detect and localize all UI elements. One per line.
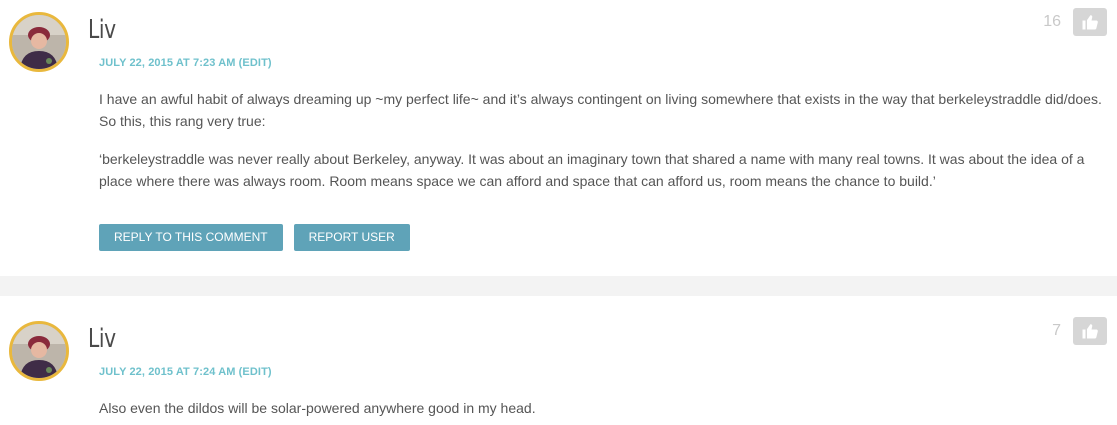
comment-date[interactable]: JULY 22, 2015 AT 7:23 AM — [99, 57, 236, 69]
avatar-image — [12, 324, 66, 378]
comment-paragraph: I have an awful habit of always dreaming… — [99, 91, 1102, 129]
avatar[interactable] — [9, 12, 69, 72]
thumbs-up-icon — [1082, 15, 1098, 30]
comment-divider — [0, 276, 1117, 296]
comment-meta: JULY 22, 2015 AT 7:24 AM (EDIT) — [99, 367, 272, 378]
comment-date[interactable]: JULY 22, 2015 AT 7:24 AM — [99, 366, 236, 378]
edit-link[interactable]: (EDIT) — [239, 57, 272, 69]
comment-meta: JULY 22, 2015 AT 7:23 AM (EDIT) — [99, 58, 272, 69]
comment-author[interactable]: Liv — [88, 326, 116, 352]
upvote-button[interactable] — [1073, 8, 1107, 36]
vote-widget: 7 — [1052, 317, 1107, 345]
comment: Liv JULY 22, 2015 AT 7:24 AM (EDIT) 7 Al… — [0, 296, 1117, 425]
vote-widget: 16 — [1043, 8, 1107, 36]
upvote-button[interactable] — [1073, 317, 1107, 345]
edit-link[interactable]: (EDIT) — [239, 366, 272, 378]
comment-actions: REPLY TO THIS COMMENT REPORT USER — [99, 224, 421, 251]
comment-paragraph: Also even the dildos will be solar-power… — [99, 400, 536, 416]
report-user-button[interactable]: REPORT USER — [293, 224, 410, 251]
comment-body: Also even the dildos will be solar-power… — [99, 397, 1107, 425]
comment-author[interactable]: Liv — [88, 17, 116, 43]
avatar-image — [12, 15, 66, 69]
avatar[interactable] — [9, 321, 69, 381]
reply-button[interactable]: REPLY TO THIS COMMENT — [99, 224, 283, 251]
vote-count: 16 — [1043, 13, 1061, 30]
vote-count: 7 — [1052, 322, 1061, 339]
comment-paragraph: ‘berkeleystraddle was never really about… — [99, 151, 1085, 189]
thumbs-up-icon — [1082, 324, 1098, 339]
comment-body: I have an awful habit of always dreaming… — [99, 88, 1107, 208]
comment: Liv JULY 22, 2015 AT 7:23 AM (EDIT) 16 I… — [0, 0, 1117, 276]
